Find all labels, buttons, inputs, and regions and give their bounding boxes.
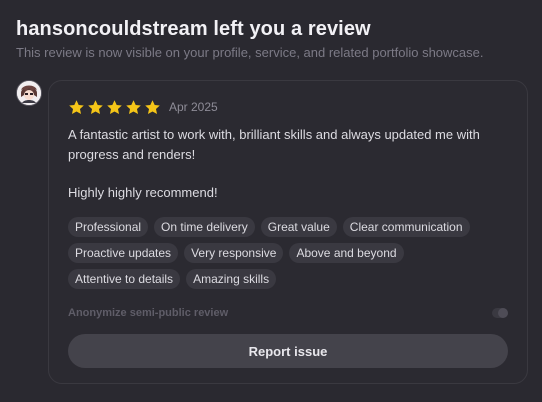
star-icon <box>145 99 160 114</box>
rating-row: Apr 2025 <box>68 97 508 117</box>
review-row: Apr 2025 A fantastic artist to work with… <box>16 80 528 384</box>
review-date: Apr 2025 <box>169 100 218 114</box>
reviewer-avatar[interactable] <box>16 80 42 106</box>
anonymize-row: Anonymize semi-public review <box>68 307 508 319</box>
review-tag: Above and beyond <box>289 242 404 263</box>
review-tag: Amazing skills <box>186 268 277 289</box>
review-text-line: Highly highly recommend! <box>68 185 218 200</box>
review-text-line: A fantastic artist to work with, brillia… <box>68 127 480 142</box>
report-issue-button[interactable]: Report issue <box>68 334 508 368</box>
review-text-line: progress and renders! <box>68 146 196 162</box>
anonymize-label: Anonymize semi-public review <box>68 307 229 319</box>
page-title: hansoncouldstream left you a review <box>16 18 371 40</box>
review-text: A fantastic artist to work with, brillia… <box>68 125 508 203</box>
star-rating <box>68 99 161 116</box>
review-tag: Proactive updates <box>68 242 179 263</box>
review-tag: Great value <box>260 216 337 237</box>
star-icon <box>69 99 84 114</box>
review-tag: Attentive to details <box>68 268 181 289</box>
review-tag: Clear communication <box>342 216 470 237</box>
review-tag: Professional <box>68 216 149 237</box>
star-icon <box>126 99 141 114</box>
review-card: Apr 2025 A fantastic artist to work with… <box>48 80 528 384</box>
page-subtitle: This review is now visible on your profi… <box>16 45 484 60</box>
star-icon <box>107 99 122 114</box>
review-tag: Very responsive <box>184 242 284 263</box>
review-tags: Professional On time delivery Great valu… <box>68 216 508 289</box>
anonymize-toggle[interactable] <box>492 308 508 318</box>
review-tag: On time delivery <box>154 216 255 237</box>
star-icon <box>88 99 103 114</box>
avatar-illustration-icon <box>17 81 41 105</box>
review-notification: hansoncouldstream left you a review This… <box>0 0 542 402</box>
